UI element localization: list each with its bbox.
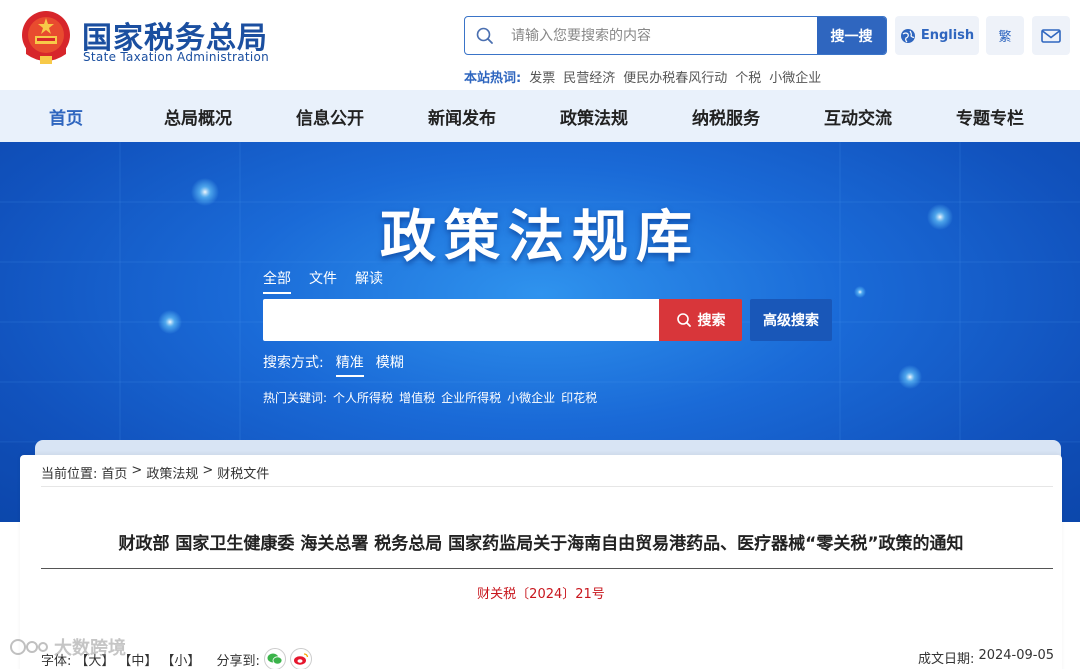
- wechat-share-icon[interactable]: [263, 648, 286, 669]
- hot-words-row: 本站热词: 发票 民营经济 便民办税春风行动 个税 小微企业: [464, 67, 821, 86]
- search-mode-exact[interactable]: 精准: [335, 352, 364, 377]
- hot-keyword[interactable]: 小微企业: [507, 389, 555, 406]
- watermark: 大数跨境: [10, 634, 126, 660]
- advanced-search-button[interactable]: 高级搜索: [750, 299, 832, 341]
- hot-keyword[interactable]: 个人所得税: [333, 389, 393, 406]
- document-title: 财政部 国家卫生健康委 海关总署 税务总局 国家药监局关于海南自由贸易港药品、医…: [118, 534, 964, 554]
- national-emblem-icon[interactable]: [20, 8, 72, 66]
- document-date: 成文日期: 2024-09-05: [918, 648, 1054, 667]
- nav-item-interaction[interactable]: 互动交流: [792, 90, 924, 142]
- english-version-button[interactable]: English: [895, 16, 979, 55]
- traditional-chinese-button[interactable]: 繁: [986, 16, 1024, 55]
- nav-item-news[interactable]: 新闻发布: [396, 90, 528, 142]
- breadcrumb-home[interactable]: 首页: [101, 463, 127, 482]
- site-search-box: 搜一搜: [464, 16, 887, 55]
- date-value: 2024-09-05: [978, 648, 1054, 663]
- breadcrumb-separator: >: [131, 463, 143, 478]
- hot-word[interactable]: 民营经济: [563, 67, 615, 86]
- watermark-text: 大数跨境: [54, 638, 126, 659]
- tab-interpretations[interactable]: 解读: [355, 268, 383, 294]
- site-search-button[interactable]: 搜一搜: [817, 17, 886, 54]
- hot-words-label: 本站热词:: [464, 71, 522, 86]
- site-subtitle: State Taxation Administration: [83, 50, 270, 64]
- breadcrumb-label: 当前位置:: [41, 467, 98, 482]
- policy-search-input[interactable]: [263, 299, 659, 341]
- nav-item-policy[interactable]: 政策法规: [528, 90, 660, 142]
- search-scope-tabs: 全部 文件 解读: [263, 268, 383, 294]
- policy-search-button[interactable]: 搜索: [659, 299, 742, 341]
- main-nav: 首页 总局概况 信息公开 新闻发布 政策法规 纳税服务 互动交流 专题专栏: [0, 90, 1080, 142]
- tab-documents[interactable]: 文件: [309, 268, 337, 294]
- hot-keyword[interactable]: 印花税: [561, 389, 597, 406]
- breadcrumb: 当前位置: 首页 > 政策法规 > 财税文件: [41, 463, 269, 482]
- hot-word[interactable]: 小微企业: [769, 67, 821, 86]
- nav-item-overview[interactable]: 总局概况: [132, 90, 264, 142]
- site-search-input[interactable]: [511, 17, 811, 54]
- nav-item-home[interactable]: 首页: [0, 90, 132, 142]
- breadcrumb-separator: >: [202, 463, 214, 478]
- document-number: 财关税〔2024〕21号: [477, 587, 605, 602]
- site-header: 国家税务总局 State Taxation Administration 搜一搜…: [0, 0, 1080, 90]
- breadcrumb-divider: [41, 486, 1053, 487]
- search-icon: [676, 313, 691, 327]
- date-label: 成文日期:: [918, 652, 975, 667]
- mail-icon: [1041, 28, 1061, 43]
- breadcrumb-tax-docs[interactable]: 财税文件: [217, 463, 269, 482]
- nav-item-topics[interactable]: 专题专栏: [924, 90, 1056, 142]
- nav-item-disclosure[interactable]: 信息公开: [264, 90, 396, 142]
- mail-button[interactable]: [1032, 16, 1070, 55]
- hot-word[interactable]: 发票: [529, 67, 555, 86]
- font-small-button[interactable]: 【小】: [161, 650, 200, 669]
- hot-keyword[interactable]: 企业所得税: [441, 389, 501, 406]
- policy-search-button-label: 搜索: [697, 313, 726, 329]
- breadcrumb-policy[interactable]: 政策法规: [146, 463, 198, 482]
- search-mode-fuzzy[interactable]: 模糊: [376, 352, 404, 377]
- weibo-share-icon[interactable]: [289, 648, 312, 669]
- nav-item-tax-service[interactable]: 纳税服务: [660, 90, 792, 142]
- title-divider: [41, 568, 1053, 569]
- share-label: 分享到:: [216, 653, 260, 669]
- search-mode-label: 搜索方式:: [263, 355, 324, 371]
- banner-title: 政策法规库: [380, 204, 700, 270]
- hot-keywords-label: 热门关键词:: [263, 391, 328, 405]
- hot-keywords-row: 热门关键词: 个人所得税 增值税 企业所得税 小微企业 印花税: [263, 389, 597, 406]
- english-label: English: [920, 28, 975, 43]
- hot-keyword[interactable]: 增值税: [399, 389, 435, 406]
- watermark-logo-icon: [10, 639, 48, 655]
- search-icon: [476, 27, 493, 44]
- hot-word[interactable]: 个税: [735, 67, 761, 86]
- tab-all[interactable]: 全部: [263, 268, 291, 294]
- globe-icon: [900, 28, 915, 43]
- search-mode-row: 搜索方式: 精准 模糊: [263, 352, 404, 377]
- hot-word[interactable]: 便民办税春风行动: [623, 67, 727, 86]
- document-card: 当前位置: 首页 > 政策法规 > 财税文件 财政部 国家卫生健康委 海关总署 …: [20, 455, 1062, 669]
